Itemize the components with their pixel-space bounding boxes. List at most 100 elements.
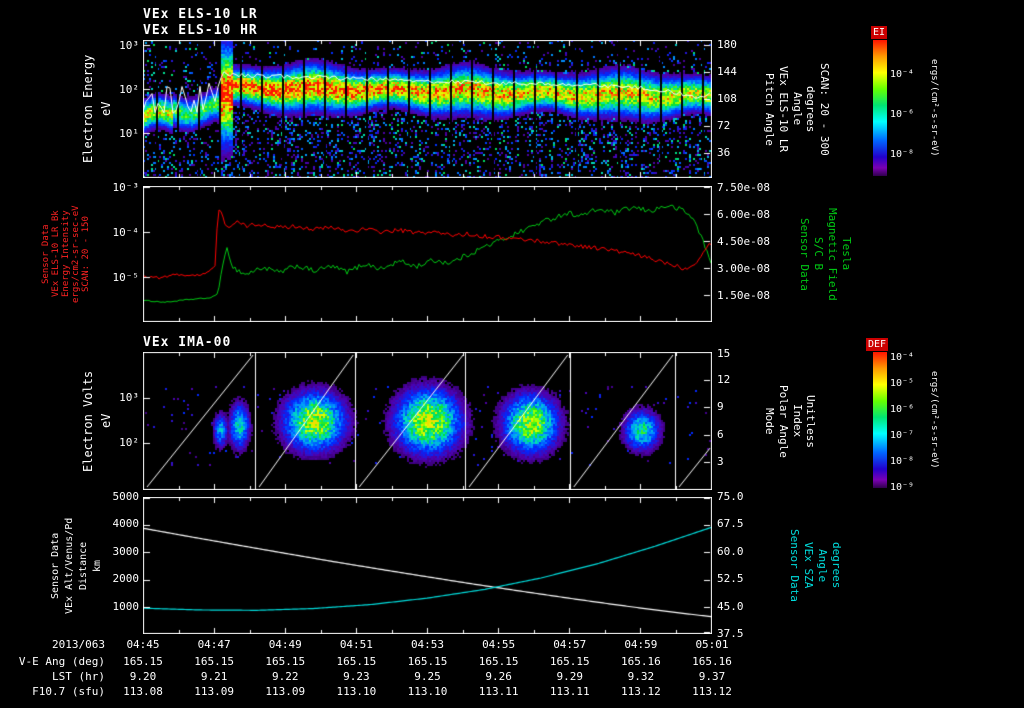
- intensity-bfield-plot: [143, 186, 712, 322]
- footer-row-value: 113.10: [336, 685, 377, 698]
- p1-right-axis-label: Pitch Angle: [763, 72, 777, 146]
- footer-row-value: 9.20: [129, 670, 157, 683]
- footer-row-value: 113.09: [265, 685, 306, 698]
- p2-bfield-tick: 4.50e-08: [717, 235, 770, 248]
- footer-row-value: 165.16: [621, 655, 661, 668]
- p1-pitch-tick: 144: [717, 65, 737, 78]
- p4-right-axis-label: Angle: [816, 548, 830, 583]
- ima-colorbar-unit: ergs/(cm²-s-sr-eV): [928, 371, 939, 469]
- p1-left-axis-label: eV: [99, 101, 113, 117]
- p4-left-axis-label: VEx Alt/Venus/Pd: [64, 517, 75, 614]
- footer-row-value: 113.10: [407, 685, 448, 698]
- ima-spectrogram-plot: [143, 352, 712, 490]
- els-colorbar-tick: 10⁻⁴: [890, 69, 915, 80]
- footer-row-value: 113.11: [549, 685, 590, 698]
- els-colorbar-tick: 10⁻⁸: [890, 149, 915, 160]
- footer-row-label: V-E Ang (deg): [18, 655, 105, 668]
- footer-row-value: 113.11: [478, 685, 519, 698]
- time-tick-label: 04:47: [197, 638, 231, 651]
- p1-right-axis-label: VEx ELS-10 LR: [777, 65, 791, 153]
- panel1-title-line1: VEx ELS-10 LR: [143, 7, 258, 22]
- p4-sza-tick: 45.0: [717, 600, 744, 613]
- footer-row-value: 9.25: [414, 670, 441, 683]
- footer-row-value: 165.15: [407, 655, 448, 668]
- p3-right-axis-label: Unitless: [804, 394, 818, 448]
- els-colorbar-tick: 10⁻⁶: [890, 109, 915, 120]
- p1-left-axis-label: Electron Energy: [81, 54, 95, 164]
- time-tick-label: 04:55: [482, 638, 516, 651]
- ima-colorbar-tick: 10⁻⁵: [890, 378, 915, 389]
- els-spectrogram-plot: [143, 40, 712, 178]
- footer-row-value: 9.22: [272, 670, 299, 683]
- footer-row-value: 165.15: [336, 655, 377, 668]
- time-tick-label: 05:01: [695, 638, 729, 651]
- panel1-title-line2: VEx ELS-10 HR: [143, 23, 258, 38]
- p4-left-axis-label: km: [92, 559, 103, 572]
- p2-right-axis-label: Magnetic Field: [826, 207, 840, 301]
- p3-index-tick: 15: [717, 347, 731, 360]
- p4-sza-tick: 75.0: [717, 490, 744, 503]
- p2-bfield-tick: 1.50e-08: [717, 289, 770, 302]
- p4-right-axis-label: Sensor Data: [788, 529, 802, 602]
- footer-row-value: 9.23: [343, 670, 370, 683]
- p4-left-axis-label: Sensor Data: [50, 532, 61, 599]
- p2-right-axis-label: Tesla: [840, 237, 854, 271]
- footer-row-label: F10.7 (sfu): [32, 685, 105, 698]
- p3-left-axis-label: eV: [99, 413, 113, 429]
- footer-row-value: 113.09: [194, 685, 234, 698]
- p1-pitch-tick: 72: [717, 119, 731, 132]
- panel3-title: VEx IMA-00: [143, 335, 232, 350]
- footer-row-value: 165.15: [123, 655, 163, 668]
- p4-sza-tick: 52.5: [717, 572, 744, 585]
- p2-right-axis-label: S/C B: [812, 237, 826, 271]
- time-tick-label: 04:45: [126, 638, 160, 651]
- footer-row-value: 165.15: [194, 655, 234, 668]
- footer-row-value: 113.08: [123, 685, 163, 698]
- footer-row-value: 165.16: [692, 655, 732, 668]
- p3-right-axis-label: Polar Angle: [777, 384, 791, 458]
- els-colorbar-title: EI: [871, 26, 888, 39]
- p2-bfield-tick: 7.50e-08: [717, 181, 770, 194]
- ima-colorbar: [873, 352, 887, 488]
- footer-row-value: 9.32: [627, 670, 655, 683]
- time-tick-label: 04:59: [624, 638, 658, 651]
- altitude-sza-plot: [143, 497, 712, 634]
- p3-index-tick: 12: [717, 373, 731, 386]
- els-colorbar-unit: ergs/(cm²-s-sr-eV): [928, 59, 939, 157]
- p1-right-axis-label: Angle: [791, 92, 805, 126]
- p3-index-tick: 6: [717, 428, 724, 441]
- p3-right-axis-label: Mode: [763, 407, 777, 435]
- p4-right-axis-label: VEx SZA: [802, 542, 816, 589]
- ima-colorbar-tick: 10⁻⁷: [890, 430, 915, 441]
- p4-right-axis-label: degrees: [830, 542, 844, 589]
- ima-colorbar-tick: 10⁻⁸: [890, 456, 915, 467]
- p2-right-axis-label: Sensor Data: [798, 217, 812, 291]
- ima-colorbar-tick: 10⁻⁴: [890, 352, 915, 363]
- footer-row-value: 113.12: [621, 685, 661, 698]
- footer-row-value: 9.29: [556, 670, 584, 683]
- ima-colorbar-tick: 10⁻⁶: [890, 404, 915, 415]
- p1-pitch-tick: 108: [717, 92, 737, 105]
- time-tick-label: 04:53: [410, 638, 445, 651]
- p1-right-axis-label: SCAN: 20 - 300: [818, 62, 832, 156]
- p2-bfield-tick: 3.00e-08: [717, 262, 770, 275]
- p4-sza-tick: 67.5: [717, 517, 744, 530]
- time-tick-label: 04:51: [339, 638, 373, 651]
- p3-index-tick: 3: [717, 455, 724, 468]
- p1-pitch-tick: 36: [717, 146, 731, 159]
- p3-right-axis-label: Index: [791, 404, 805, 438]
- ima-colorbar-title: DEF: [866, 338, 889, 351]
- footer-row-value: 165.15: [478, 655, 519, 668]
- p1-right-axis-label: degrees: [804, 85, 818, 133]
- footer-row-value: 165.15: [265, 655, 306, 668]
- p4-sza-tick: 60.0: [717, 545, 744, 558]
- time-tick-label: 04:49: [268, 638, 302, 651]
- p1-pitch-tick: 180: [717, 38, 737, 51]
- footer-row-value: 9.26: [485, 670, 512, 683]
- vex-orbit-multipanel-plot: VEx ELS-10 LR VEx ELS-10 HR VEx IMA-00 E…: [0, 0, 1024, 708]
- p4-left-axis-label: Distance: [78, 541, 89, 590]
- p3-left-axis-label: Electron Volts: [81, 370, 95, 472]
- footer-row-value: 9.21: [200, 670, 228, 683]
- footer-row-value: 165.15: [549, 655, 590, 668]
- ima-colorbar-tick: 10⁻⁹: [890, 482, 915, 493]
